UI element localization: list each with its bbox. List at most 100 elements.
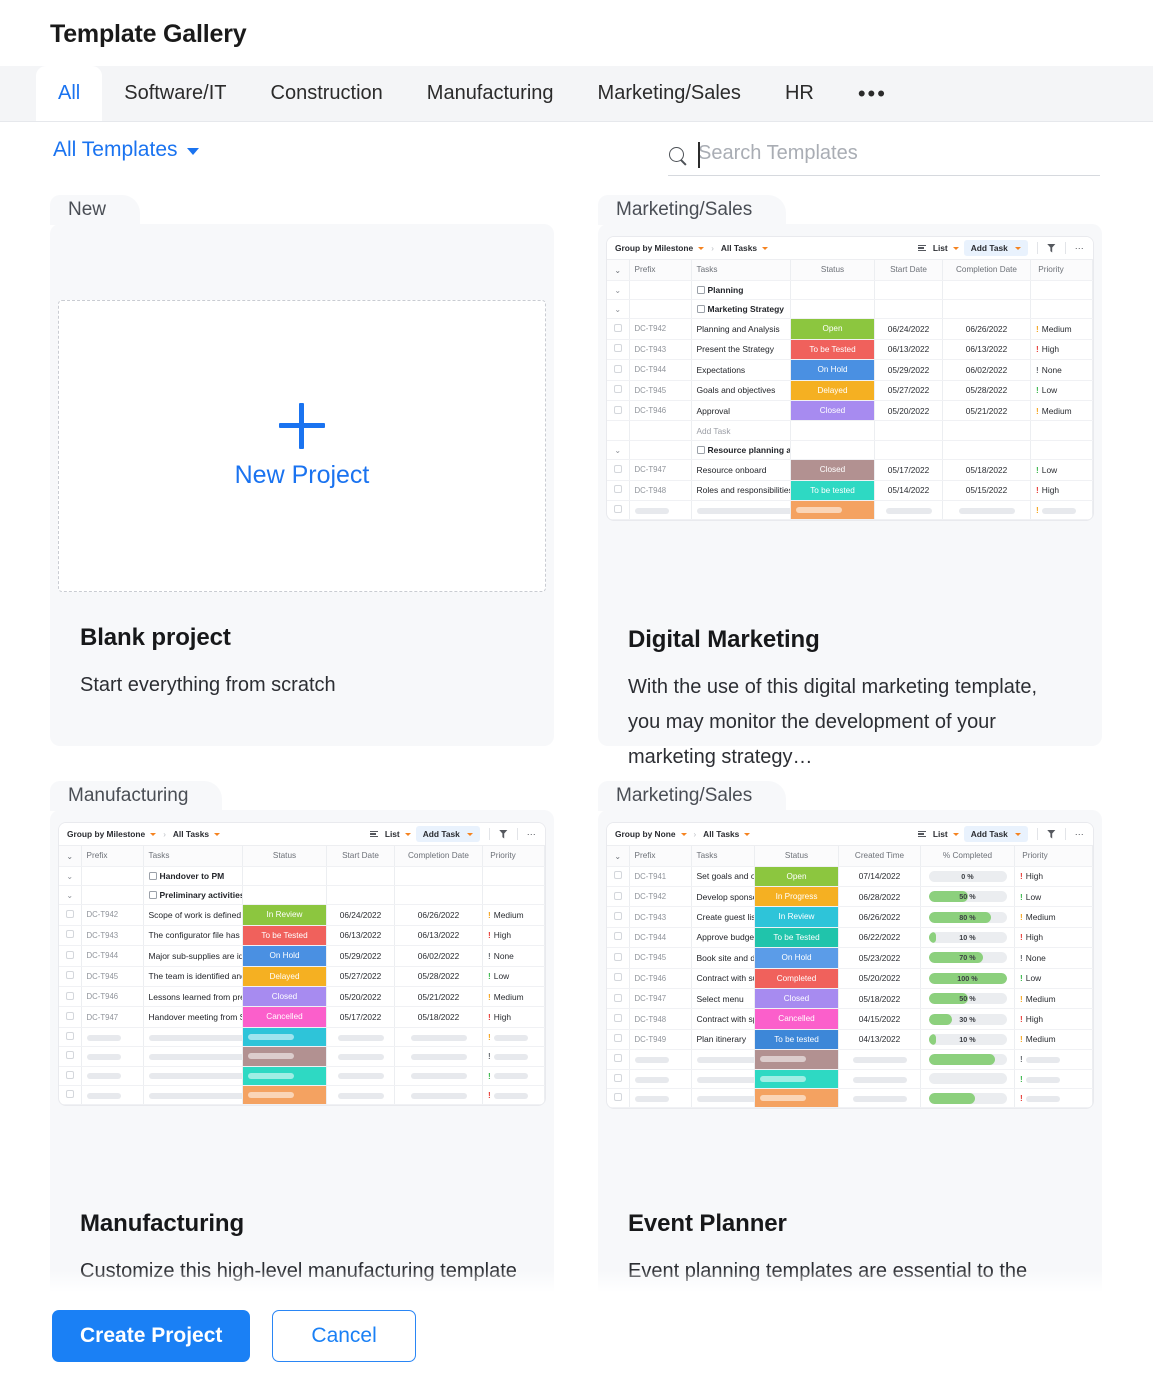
row-checkbox[interactable] [613, 891, 622, 900]
row-checkbox[interactable] [65, 1012, 74, 1021]
table-group-row[interactable]: ⌄ Planning [607, 280, 1093, 300]
table-row[interactable]: DC-T945 The team is identified and avail… [59, 966, 545, 987]
view-mode-label[interactable]: List [933, 243, 948, 253]
group-by-label[interactable]: Group by Milestone [67, 829, 145, 839]
row-checkbox[interactable] [613, 405, 622, 414]
collapse-icon[interactable]: ⌄ [614, 286, 621, 295]
add-task-button[interactable]: Add Task [963, 826, 1028, 842]
more-options-icon[interactable]: ⋯ [1075, 244, 1085, 253]
row-checkbox[interactable] [613, 344, 622, 353]
row-checkbox[interactable] [65, 1090, 74, 1099]
table-row[interactable]: DC-T941 Set goals and objectives Open 07… [607, 866, 1093, 887]
view-filter-label[interactable]: All Tasks [173, 829, 209, 839]
view-mode-label[interactable]: List [385, 829, 400, 839]
expand-all-icon[interactable]: ⌄ [607, 260, 630, 281]
group-by-label[interactable]: Group by Milestone [615, 243, 693, 253]
cancel-button[interactable]: Cancel [272, 1310, 416, 1362]
table-row[interactable]: DC-T943 Create guest list In Review 06/2… [607, 906, 1093, 928]
add-task-button[interactable]: Add Task [415, 826, 480, 842]
collapse-icon[interactable]: ⌄ [66, 891, 73, 900]
table-add-task-row[interactable]: Add Task [607, 420, 1093, 441]
row-checkbox[interactable] [613, 1093, 622, 1102]
row-checkbox[interactable] [65, 930, 74, 939]
tab-construction[interactable]: Construction [249, 66, 405, 121]
tab-manufacturing[interactable]: Manufacturing [405, 66, 576, 121]
table-group-row[interactable]: ⌄ Handover to PM [59, 866, 545, 886]
template-card[interactable]: Marketing/Sales Group by Milestone › All… [598, 195, 1102, 768]
row-checkbox[interactable] [613, 364, 622, 373]
add-task-button[interactable]: Add Task [963, 240, 1028, 256]
tab-more-icon[interactable]: ••• [836, 66, 909, 121]
row-checkbox[interactable] [65, 1031, 74, 1040]
table-row[interactable]: DC-T947 Select menu Closed 05/18/2022 50… [607, 988, 1093, 1010]
table-row[interactable]: DC-T945 Goals and objectives Delayed 05/… [607, 380, 1093, 401]
tab-all[interactable]: All [36, 66, 103, 121]
new-project-tile[interactable]: New Project [58, 300, 546, 592]
search-box[interactable] [668, 136, 1100, 176]
row-checkbox[interactable] [613, 485, 622, 494]
row-checkbox[interactable] [613, 1034, 622, 1043]
expand-all-icon[interactable]: ⌄ [59, 846, 82, 867]
table-row[interactable]: DC-T944 Approve budget To be Tested 06/2… [607, 927, 1093, 949]
table-row[interactable]: DC-T943 The configurator file has been c… [59, 925, 545, 947]
table-row[interactable]: DC-T946 Contract with suppliers Complete… [607, 968, 1093, 989]
row-checkbox[interactable] [65, 971, 74, 980]
table-row[interactable]: DC-T944 Major sub-supplies are identifie… [59, 945, 545, 967]
create-project-button[interactable]: Create Project [52, 1310, 251, 1362]
tab-software-it[interactable]: Software/IT [102, 66, 248, 121]
row-checkbox[interactable] [613, 952, 622, 961]
row-checkbox[interactable] [613, 932, 622, 941]
tab-hr[interactable]: HR [763, 66, 836, 121]
template-card[interactable]: New New Project Blank project Start every… [50, 195, 554, 746]
row-checkbox[interactable] [613, 1014, 622, 1023]
table-row[interactable]: DC-T942 Scope of work is defined (System… [59, 904, 545, 926]
table-row[interactable]: DC-T942 Develop sponsorships In Progress… [607, 886, 1093, 908]
expand-all-icon[interactable]: ⌄ [607, 846, 630, 867]
row-checkbox[interactable] [65, 1051, 74, 1060]
collapse-icon[interactable]: ⌄ [614, 305, 621, 314]
table-row[interactable]: DC-T947 Resource onboard Closed 05/17/20… [607, 459, 1093, 481]
more-options-icon[interactable]: ⋯ [527, 830, 537, 839]
collapse-icon[interactable]: ⌄ [66, 872, 73, 881]
row-checkbox[interactable] [613, 505, 622, 514]
filter-icon[interactable] [1046, 829, 1056, 839]
table-row[interactable]: DC-T942 Planning and Analysis Open 06/24… [607, 318, 1093, 340]
row-checkbox[interactable] [613, 871, 622, 880]
row-checkbox[interactable] [613, 973, 622, 982]
view-filter-label[interactable]: All Tasks [703, 829, 739, 839]
row-checkbox[interactable] [613, 912, 622, 921]
row-checkbox[interactable] [613, 993, 622, 1002]
table-row[interactable]: DC-T946 Approval Closed 05/20/2022 05/21… [607, 400, 1093, 422]
template-card[interactable]: Manufacturing Group by Milestone › All T… [50, 781, 554, 1317]
row-checkbox[interactable] [613, 1073, 622, 1082]
row-checkbox[interactable] [613, 385, 622, 394]
row-checkbox[interactable] [613, 1054, 622, 1063]
all-templates-dropdown[interactable]: All Templates [53, 138, 199, 162]
view-filter-label[interactable]: All Tasks [721, 243, 757, 253]
more-options-icon[interactable]: ⋯ [1075, 830, 1085, 839]
tab-marketing-sales[interactable]: Marketing/Sales [576, 66, 763, 121]
row-checkbox[interactable] [65, 909, 74, 918]
group-by-label[interactable]: Group by None [615, 829, 676, 839]
table-group-row[interactable]: ⌄ Preliminary activities [59, 885, 545, 906]
row-checkbox[interactable] [613, 323, 622, 332]
search-input[interactable] [698, 142, 1100, 169]
template-card[interactable]: Marketing/Sales Group by None › All Task… [598, 781, 1102, 1317]
table-row[interactable]: DC-T943 Present the Strategy To be Teste… [607, 339, 1093, 361]
table-group-row[interactable]: ⌄ Resource planning and budget [607, 440, 1093, 461]
row-checkbox[interactable] [65, 950, 74, 959]
table-row[interactable]: DC-T948 Contract with speakers Cancelled… [607, 1008, 1093, 1030]
row-checkbox[interactable] [613, 464, 622, 473]
table-row[interactable]: DC-T948 Roles and responsibilities To be… [607, 480, 1093, 501]
filter-icon[interactable] [1046, 243, 1056, 253]
collapse-icon[interactable]: ⌄ [614, 446, 621, 455]
table-group-row[interactable]: ⌄ Marketing Strategy [607, 299, 1093, 320]
table-row[interactable]: DC-T946 Lessons learned from previous pr… [59, 986, 545, 1008]
table-row[interactable]: DC-T947 Handover meeting from Sales to E… [59, 1006, 545, 1028]
table-row[interactable]: DC-T949 Plan itinerary To be tested 04/1… [607, 1029, 1093, 1051]
table-row[interactable]: DC-T944 Expectations On Hold 05/29/2022 … [607, 359, 1093, 381]
view-mode-label[interactable]: List [933, 829, 948, 839]
table-row[interactable]: DC-T945 Book site and date On Hold 05/23… [607, 947, 1093, 969]
row-checkbox[interactable] [65, 1070, 74, 1079]
filter-icon[interactable] [498, 829, 508, 839]
